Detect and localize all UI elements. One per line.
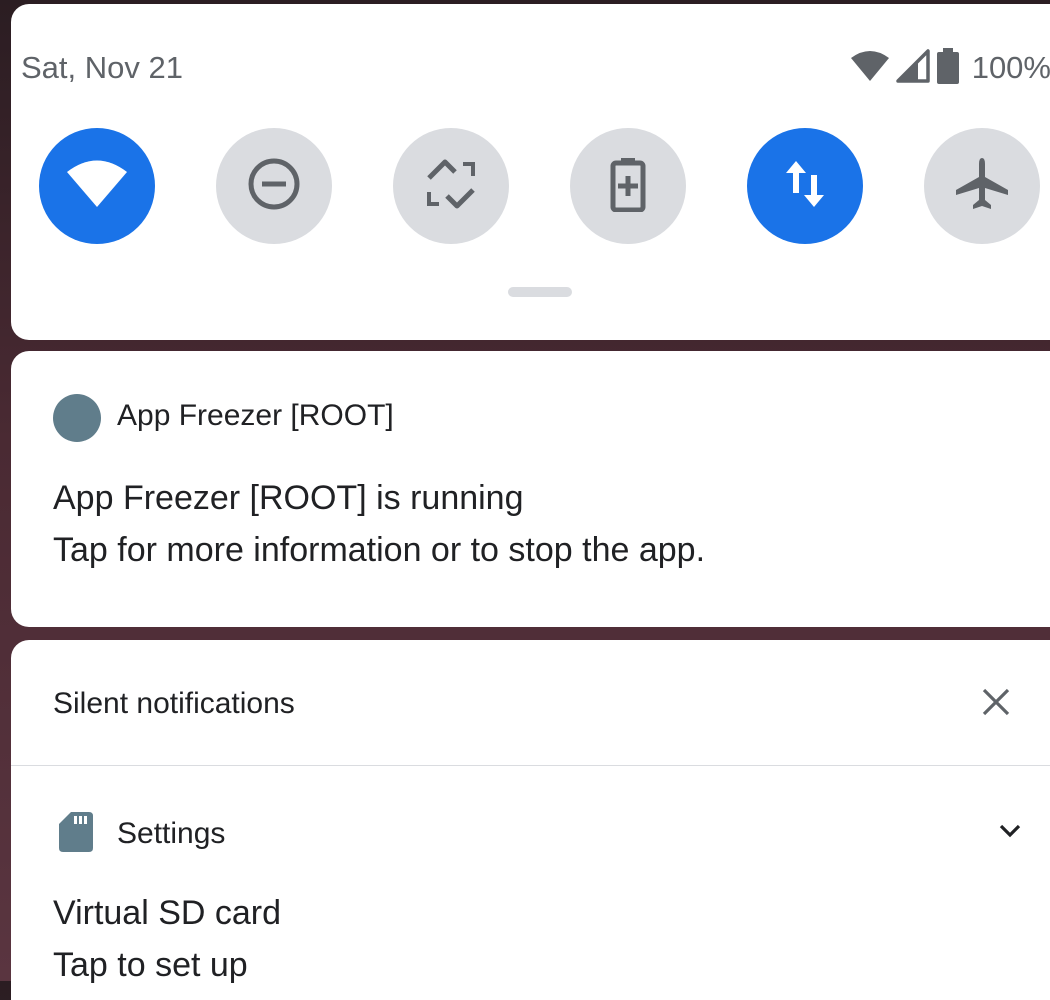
notification-app-name: Settings <box>117 817 226 850</box>
app-icon <box>53 394 101 442</box>
tile-airplane-mode[interactable] <box>924 128 1040 244</box>
tile-wifi[interactable] <box>39 128 155 244</box>
notification-title: Virtual SD card <box>53 894 282 932</box>
battery-plus-icon <box>608 156 648 217</box>
notification-text: Tap to set up <box>53 946 248 984</box>
airplane-icon <box>954 156 1010 217</box>
wifi-icon <box>65 159 129 214</box>
minus-circle-icon <box>246 156 302 217</box>
notification-text: Tap for more information or to stop the … <box>53 531 706 569</box>
expand-button[interactable] <box>993 816 1027 850</box>
notification-title: App Freezer [ROOT] is running <box>53 479 524 517</box>
battery-icon <box>936 47 960 89</box>
notification-app-name: App Freezer [ROOT] <box>117 399 394 432</box>
drag-handle[interactable] <box>508 287 572 297</box>
quick-settings-panel: Sat, Nov 21 100% <box>11 4 1050 340</box>
notification-app-running[interactable]: App Freezer [ROOT] App Freezer [ROOT] is… <box>11 351 1050 627</box>
divider <box>11 765 1050 766</box>
silent-notifications-header: Silent notifications <box>53 687 295 720</box>
close-icon <box>981 687 1011 722</box>
tile-auto-rotate[interactable] <box>393 128 509 244</box>
data-arrows-icon <box>782 159 828 214</box>
chevron-down-icon <box>999 824 1021 843</box>
rotate-icon <box>423 156 479 217</box>
silent-notifications-section: Silent notifications Settings Virtual SD… <box>11 640 1050 1000</box>
status-icons: 100% <box>850 47 1050 89</box>
quick-settings-tiles <box>39 128 1050 244</box>
tile-mobile-data[interactable] <box>747 128 863 244</box>
tile-do-not-disturb[interactable] <box>216 128 332 244</box>
tile-battery-saver[interactable] <box>570 128 686 244</box>
clear-silent-button[interactable] <box>976 684 1016 724</box>
wifi-signal-icon <box>850 50 890 87</box>
date-label: Sat, Nov 21 <box>21 50 183 85</box>
battery-percent: 100% <box>971 50 1050 85</box>
cell-signal-icon <box>895 48 930 88</box>
sd-card-icon <box>59 812 93 857</box>
